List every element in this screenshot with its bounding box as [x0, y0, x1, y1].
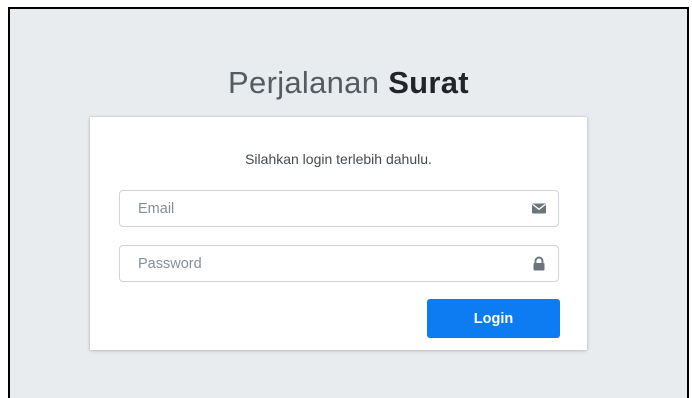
lock-icon	[531, 256, 547, 271]
app-logo: Perjalanan Surat	[10, 65, 687, 101]
password-input[interactable]	[120, 246, 500, 281]
login-button[interactable]: Login	[427, 299, 560, 338]
login-message: Silahkan login terlebih dahulu.	[245, 151, 432, 167]
page-frame: Perjalanan Surat Silahkan login terlebih…	[8, 7, 689, 398]
logo-text-bold: Surat	[388, 65, 469, 100]
password-input-group	[119, 245, 559, 282]
email-input-group	[119, 190, 559, 227]
logo-text-light: Perjalanan	[228, 65, 389, 100]
login-card: Silahkan login terlebih dahulu. Login	[90, 117, 587, 350]
email-input[interactable]	[120, 191, 500, 226]
envelope-icon	[531, 201, 547, 216]
